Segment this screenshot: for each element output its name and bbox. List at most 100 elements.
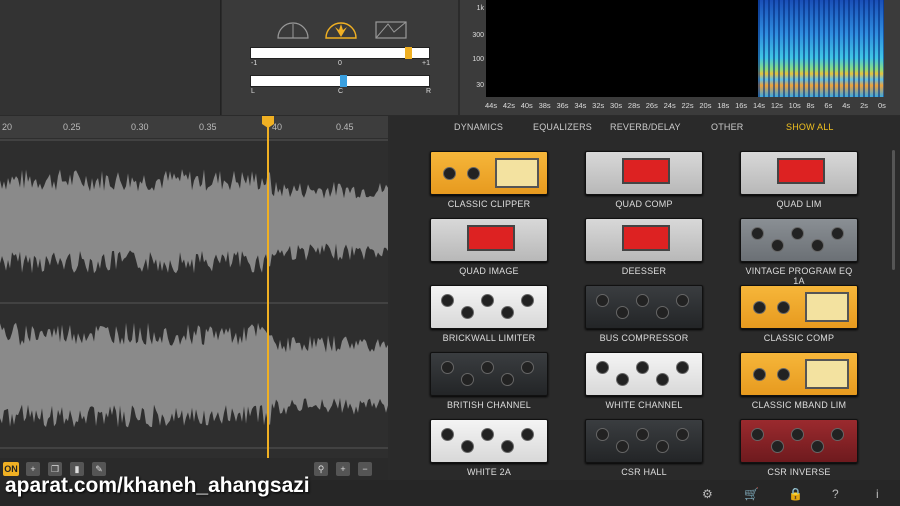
balance-slider-knob[interactable] <box>404 47 412 59</box>
time-tick-label: 8s <box>806 101 815 110</box>
plugin-display-screen <box>777 158 825 184</box>
waveform-view[interactable] <box>0 138 388 458</box>
knob-icon <box>441 294 454 307</box>
pan-slider[interactable] <box>250 75 430 87</box>
plugin-name-label: DEESSER <box>621 266 667 276</box>
plugin-card[interactable]: VINTAGE PROGRAM EQ 1A <box>740 218 858 286</box>
lock-icon[interactable]: 🔒 <box>788 487 803 501</box>
time-tick-label: 22s <box>681 101 694 110</box>
filter-tab-show-all[interactable]: SHOW ALL <box>786 122 834 132</box>
plugin-card[interactable]: WHITE 2A <box>430 419 548 477</box>
help-icon[interactable]: ? <box>832 487 839 501</box>
balance-min-label: -1 <box>251 60 258 67</box>
time-tick-label: 10s <box>788 101 801 110</box>
plugin-card[interactable]: QUAD IMAGE <box>430 218 548 276</box>
knob-icon <box>751 428 764 441</box>
burst-dial-icon[interactable] <box>324 20 358 40</box>
plugin-name-label: VINTAGE PROGRAM EQ 1A <box>745 266 853 286</box>
playhead-line[interactable] <box>267 116 269 460</box>
knob-icon <box>596 428 609 441</box>
vu-meter-icon <box>805 359 849 389</box>
plugin-card[interactable]: DEESSER <box>585 218 703 276</box>
knob-icon <box>501 373 514 386</box>
plugin-thumbnail[interactable] <box>430 151 548 195</box>
time-tick-label: 26s <box>645 101 658 110</box>
knob-icon <box>443 167 456 180</box>
knob-icon <box>481 294 494 307</box>
filter-tab-other[interactable]: OTHER <box>711 122 744 132</box>
knob-icon <box>676 428 689 441</box>
knob-icon <box>441 428 454 441</box>
waveform-box-icon[interactable] <box>374 20 408 40</box>
pan-slider-knob[interactable] <box>339 75 347 87</box>
plugin-thumbnail[interactable] <box>430 352 548 396</box>
filter-tab-dynamics[interactable]: DYNAMICS <box>454 122 503 132</box>
plugin-thumbnail[interactable] <box>430 285 548 329</box>
time-tick-label: 6s <box>824 101 833 110</box>
plugin-thumbnail[interactable] <box>585 352 703 396</box>
plugin-card[interactable]: CLASSIC COMP <box>740 285 858 343</box>
plugin-thumbnail[interactable] <box>740 285 858 329</box>
knob-icon <box>771 239 784 252</box>
plugin-name-label: QUAD LIM <box>776 199 822 209</box>
plugin-card[interactable]: BUS COMPRESSOR <box>585 285 703 343</box>
plugin-thumbnail[interactable] <box>430 419 548 463</box>
plugin-name-label: CSR HALL <box>621 467 667 477</box>
plugin-card[interactable]: CSR HALL <box>585 419 703 477</box>
plugin-card[interactable]: QUAD COMP <box>585 151 703 209</box>
browser-scrollbar[interactable] <box>892 150 895 270</box>
plugin-card[interactable]: WHITE CHANNEL <box>585 352 703 410</box>
zoom-out-icon[interactable]: − <box>358 462 372 476</box>
plugin-thumbnail[interactable] <box>740 419 858 463</box>
vu-meter-icon <box>495 158 539 188</box>
plugin-thumbnail[interactable] <box>585 218 703 262</box>
knob-icon <box>791 227 804 240</box>
plugin-thumbnail[interactable] <box>585 419 703 463</box>
plugin-name-label: WHITE CHANNEL <box>605 400 683 410</box>
spectrogram-display <box>486 0 758 97</box>
plugin-thumbnail[interactable] <box>430 218 548 262</box>
plugin-thumbnail[interactable] <box>585 285 703 329</box>
pan-center-label: C <box>338 88 344 95</box>
info-icon[interactable]: i <box>876 487 879 501</box>
plugin-thumbnail[interactable] <box>740 151 858 195</box>
knob-icon <box>616 306 629 319</box>
half-dial-icon[interactable] <box>276 20 310 40</box>
timeline-ruler[interactable] <box>0 116 388 138</box>
zoom-icon[interactable]: ⚲ <box>314 462 328 476</box>
knob-icon <box>501 440 514 453</box>
plugin-card[interactable]: QUAD LIM <box>740 151 858 209</box>
time-tick-label: 18s <box>717 101 730 110</box>
filter-tab-reverb-delay[interactable]: REVERB/DELAY <box>610 122 681 132</box>
plugin-thumbnail[interactable] <box>585 151 703 195</box>
time-tick-label: 16s <box>735 101 748 110</box>
plugin-card[interactable]: BRICKWALL LIMITER <box>430 285 548 343</box>
timeline-tick-label: 0.35 <box>199 122 217 132</box>
balance-mid-label: 0 <box>338 60 342 67</box>
waveform-channel-left <box>0 169 388 274</box>
plugin-name-label: CLASSIC COMP <box>763 333 835 343</box>
plugin-card[interactable]: BRITISH CHANNEL <box>430 352 548 410</box>
time-tick-label: 38s <box>538 101 551 110</box>
filter-tab-equalizers[interactable]: EQUALIZERS <box>533 122 592 132</box>
plugin-thumbnail[interactable] <box>740 352 858 396</box>
freq-tick-label: 30 <box>476 82 484 89</box>
knob-icon <box>596 294 609 307</box>
knob-icon <box>676 361 689 374</box>
balance-slider[interactable] <box>250 47 430 59</box>
knob-icon <box>777 368 790 381</box>
gear-icon[interactable]: ⚙ <box>702 487 713 501</box>
knob-icon <box>441 361 454 374</box>
playhead-marker-icon[interactable] <box>262 116 274 128</box>
freq-tick-label: 100 <box>472 56 484 63</box>
knob-icon <box>467 167 480 180</box>
knob-icon <box>521 294 534 307</box>
plugin-card[interactable]: CLASSIC CLIPPER <box>430 151 548 209</box>
knob-icon <box>481 361 494 374</box>
plugin-card[interactable]: CLASSIC MBAND LIM <box>740 352 858 410</box>
zoom-in-icon[interactable]: + <box>336 462 350 476</box>
cart-icon[interactable]: 🛒 <box>744 487 759 501</box>
time-tick-label: 30s <box>610 101 623 110</box>
plugin-thumbnail[interactable] <box>740 218 858 262</box>
plugin-card[interactable]: CSR INVERSE <box>740 419 858 477</box>
